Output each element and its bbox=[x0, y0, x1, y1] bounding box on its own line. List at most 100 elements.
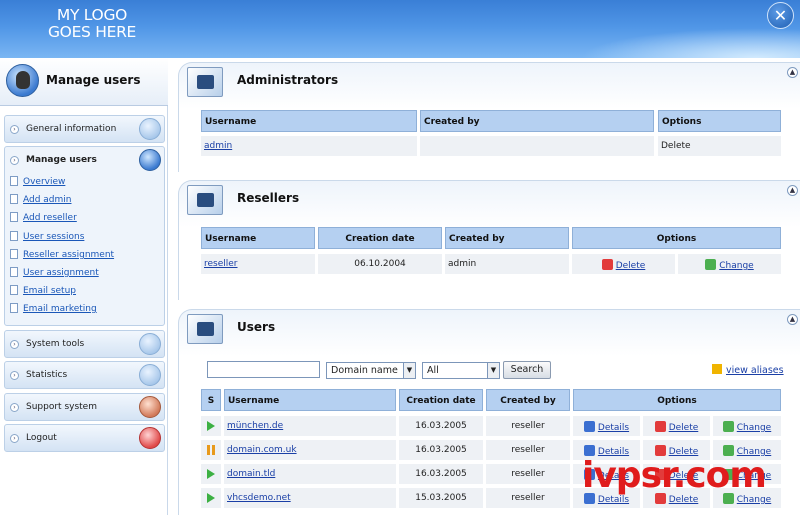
active-status-icon bbox=[207, 421, 215, 431]
document-icon bbox=[10, 285, 18, 295]
sidebar-link-email-setup[interactable]: Email setup bbox=[10, 285, 76, 299]
link-label: User assignment bbox=[23, 268, 99, 278]
table-row-created-by: admin bbox=[445, 254, 569, 274]
delete-link[interactable]: Delete bbox=[669, 447, 699, 457]
delete-link[interactable]: Delete bbox=[669, 471, 699, 481]
delete-icon bbox=[654, 469, 666, 480]
column-header-creation-date: Creation date bbox=[399, 389, 483, 411]
statistics-icon bbox=[139, 364, 161, 386]
change-icon bbox=[722, 421, 734, 432]
sidebar-link-add-admin[interactable]: Add admin bbox=[10, 194, 72, 208]
table-row-details-cell: Details bbox=[573, 416, 640, 436]
administrators-panel-icon bbox=[187, 67, 223, 97]
search-button[interactable]: Search bbox=[503, 361, 551, 379]
view-aliases[interactable]: view aliases bbox=[712, 364, 784, 376]
details-icon bbox=[583, 469, 595, 480]
table-row-created-by: reseller bbox=[486, 440, 570, 460]
sidebar-section-general-information[interactable]: › General information bbox=[4, 115, 165, 143]
delete-icon bbox=[654, 421, 666, 432]
table-row-change-cell: Change bbox=[678, 254, 781, 274]
admin-username-link[interactable]: admin bbox=[204, 141, 232, 151]
sidebar-section-system-tools[interactable]: › System tools bbox=[4, 330, 165, 358]
delete-link[interactable]: Delete bbox=[669, 423, 699, 433]
sidebar-section-logout[interactable]: › Logout bbox=[4, 424, 165, 452]
tools-icon bbox=[139, 333, 161, 355]
user-username-link[interactable]: domain.com.uk bbox=[227, 445, 297, 455]
change-icon bbox=[722, 469, 734, 480]
chevron-down-icon: ▼ bbox=[403, 363, 415, 378]
expand-bullet-icon: › bbox=[10, 403, 19, 412]
column-header-username: Username bbox=[224, 389, 396, 411]
sidebar-link-user-sessions[interactable]: User sessions bbox=[10, 231, 84, 245]
details-link[interactable]: Details bbox=[598, 447, 629, 457]
delete-link[interactable]: Delete bbox=[669, 495, 699, 505]
sidebar-section-statistics[interactable]: › Statistics bbox=[4, 361, 165, 389]
table-row-created-by: reseller bbox=[486, 464, 570, 484]
sidebar-link-overview[interactable]: Overview bbox=[10, 176, 65, 190]
table-row-creation-date: 16.03.2005 bbox=[399, 416, 483, 436]
user-username-link[interactable]: münchen.de bbox=[227, 421, 283, 431]
sidebar-link-add-reseller[interactable]: Add reseller bbox=[10, 212, 77, 226]
details-link[interactable]: Details bbox=[598, 423, 629, 433]
user-username-link[interactable]: domain.tld bbox=[227, 469, 275, 479]
user-username-link[interactable]: vhcsdemo.net bbox=[227, 493, 291, 503]
select-value: Domain name bbox=[331, 365, 398, 376]
table-row-delete-cell: Delete bbox=[643, 440, 710, 460]
document-icon bbox=[10, 194, 18, 204]
delete-link[interactable]: Delete bbox=[616, 261, 646, 271]
link-label: User sessions bbox=[23, 232, 85, 242]
user-icon bbox=[139, 149, 161, 171]
change-link[interactable]: Change bbox=[737, 471, 771, 481]
search-input[interactable] bbox=[207, 361, 320, 378]
sidebar-link-email-marketing[interactable]: Email marketing bbox=[10, 303, 97, 317]
close-icon[interactable]: ✕ bbox=[767, 2, 794, 29]
top-header: MY LOGO GOES HERE ✕ bbox=[0, 0, 800, 58]
change-link[interactable]: Change bbox=[737, 423, 771, 433]
expand-bullet-icon: › bbox=[10, 156, 19, 165]
table-row-status bbox=[201, 464, 221, 484]
expand-bullet-icon: › bbox=[10, 340, 19, 349]
column-header-options: Options bbox=[573, 389, 781, 411]
collapse-icon[interactable]: ▲ bbox=[787, 314, 798, 325]
document-icon bbox=[10, 249, 18, 259]
panel-title: Users bbox=[237, 320, 276, 334]
document-icon bbox=[10, 212, 18, 222]
collapse-icon[interactable]: ▲ bbox=[787, 185, 798, 196]
alias-icon bbox=[712, 364, 722, 374]
section-label: System tools bbox=[26, 339, 85, 349]
panel-title: Administrators bbox=[237, 73, 339, 87]
details-link[interactable]: Details bbox=[598, 471, 629, 481]
sidebar-link-reseller-assignment[interactable]: Reseller assignment bbox=[10, 249, 114, 263]
reseller-username-link[interactable]: reseller bbox=[204, 259, 238, 269]
table-row-username: domain.com.uk bbox=[224, 440, 396, 460]
table-row-change-cell: Change bbox=[713, 416, 781, 436]
sidebar: Manage users › General information › Man… bbox=[0, 58, 168, 515]
document-icon bbox=[10, 176, 18, 186]
table-row-details-cell: Details bbox=[573, 440, 640, 460]
change-link[interactable]: Change bbox=[719, 261, 753, 271]
table-row-created-by: reseller bbox=[486, 488, 570, 508]
section-label: Logout bbox=[26, 433, 57, 443]
link-label: Add admin bbox=[23, 195, 72, 205]
active-status-icon bbox=[207, 493, 215, 503]
section-label: Support system bbox=[26, 402, 97, 412]
delete-icon bbox=[601, 259, 613, 270]
sidebar-section-support-system[interactable]: › Support system bbox=[4, 393, 165, 421]
change-icon bbox=[705, 259, 717, 270]
column-header-status: S bbox=[201, 389, 221, 411]
header-glow bbox=[580, 28, 800, 58]
delete-icon bbox=[654, 445, 666, 456]
change-link[interactable]: Change bbox=[737, 447, 771, 457]
table-row-username: reseller bbox=[201, 254, 315, 274]
sidebar-link-user-assignment[interactable]: User assignment bbox=[10, 267, 99, 281]
link-label: Email marketing bbox=[23, 304, 97, 314]
collapse-icon[interactable]: ▲ bbox=[787, 67, 798, 78]
search-scope-select[interactable]: All ▼ bbox=[422, 362, 500, 379]
details-link[interactable]: Details bbox=[598, 495, 629, 505]
view-aliases-link[interactable]: view aliases bbox=[726, 365, 784, 376]
change-link[interactable]: Change bbox=[737, 495, 771, 505]
link-label: Add reseller bbox=[23, 213, 77, 223]
search-field-select[interactable]: Domain name ▼ bbox=[326, 362, 416, 379]
resellers-panel-icon bbox=[187, 185, 223, 215]
table-row-username: domain.tld bbox=[224, 464, 396, 484]
